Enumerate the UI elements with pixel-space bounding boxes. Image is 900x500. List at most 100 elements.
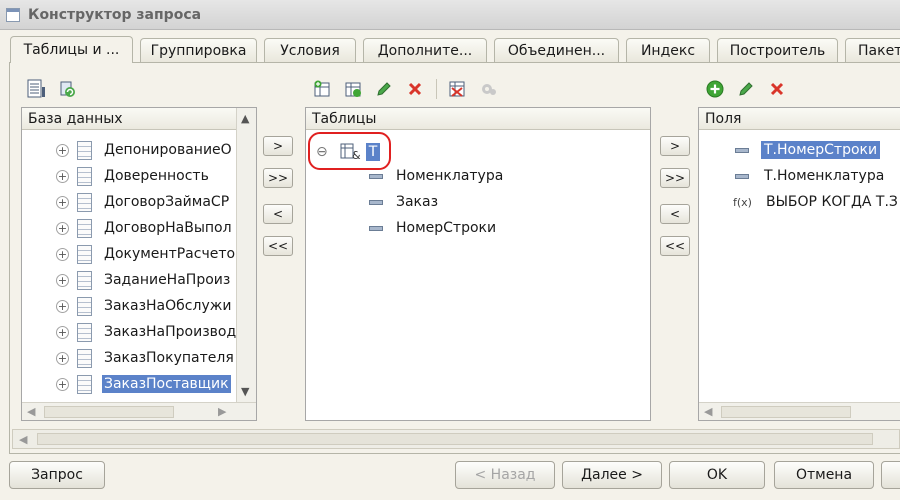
expand-icon[interactable]: + — [56, 377, 69, 391]
formula-icon: f(x) — [733, 195, 752, 209]
remove-all-fields-button[interactable]: << — [660, 236, 690, 256]
table-field-row[interactable]: Заказ — [369, 190, 438, 214]
delete-field-icon[interactable] — [765, 78, 789, 100]
toolbar-separator — [436, 79, 437, 99]
remove-all-tables-button[interactable]: << — [263, 236, 293, 256]
table-field-label: Заказ — [396, 194, 439, 210]
table-field-row[interactable]: Номенклатура — [369, 164, 503, 188]
document-icon — [77, 166, 92, 186]
help-button[interactable] — [881, 461, 900, 489]
tree-item[interactable]: + ДепонированиеО — [22, 137, 236, 163]
hscroll-thumb[interactable] — [37, 433, 873, 445]
field-icon — [735, 147, 749, 153]
window-titlebar: Конструктор запроса — [0, 0, 900, 30]
add-field-icon[interactable] — [703, 78, 727, 100]
tree-item[interactable]: + ЗаказНаОбслужи — [22, 293, 236, 319]
expand-icon[interactable]: + — [56, 169, 69, 183]
tree-item[interactable]: + ДоговорНаВыпол — [22, 215, 236, 241]
scroll-left-icon[interactable]: ◀ — [27, 405, 35, 418]
expand-icon[interactable]: + — [56, 351, 69, 365]
content-hscrollbar[interactable]: ◀ — [12, 429, 900, 449]
edit-field-icon[interactable] — [734, 78, 758, 100]
add-all-tables-button[interactable]: >> — [263, 168, 293, 188]
field-list-label: Т.Номенклатура — [764, 168, 885, 184]
add-field-button[interactable]: > — [660, 136, 690, 156]
query-table-icon[interactable] — [445, 78, 469, 100]
cancel-button[interactable]: Отмена — [774, 461, 874, 489]
hscroll-thumb[interactable] — [44, 406, 174, 418]
field-icon — [369, 173, 383, 179]
remove-table-button[interactable]: < — [263, 204, 293, 224]
refresh-icon[interactable] — [55, 78, 79, 100]
field-list-item[interactable]: f(x) ВЫБОР КОГДА Т.З — [733, 190, 900, 214]
fields-hscrollbar[interactable]: ◀ — [699, 402, 900, 420]
field-list-item-selected[interactable]: Т.НомерСтроки — [735, 138, 881, 162]
expand-icon[interactable]: + — [56, 247, 69, 261]
expand-icon[interactable]: + — [56, 325, 69, 339]
tree-item[interactable]: + ДоговорЗаймаСР — [22, 189, 236, 215]
scroll-left-icon[interactable]: ◀ — [704, 405, 712, 418]
expand-icon[interactable]: + — [56, 299, 69, 313]
tree-item-label: ДокументРасчето — [104, 246, 236, 262]
database-tree: + ДепонированиеО + Доверенность + ДоговорЗа… — [22, 132, 236, 404]
tab-builder[interactable]: Построитель — [717, 38, 838, 62]
document-icon — [77, 374, 92, 394]
field-icon — [735, 173, 749, 179]
tab-batch[interactable]: Пакет — [845, 38, 900, 62]
field-list-label: Т.НомерСтроки — [761, 141, 881, 159]
scroll-down-icon[interactable]: ▼ — [241, 385, 249, 398]
expand-icon[interactable]: + — [56, 143, 69, 157]
tables-panel: Таблицы ⊖ & Т Номенклатура Заказ НомерСт… — [305, 107, 651, 421]
add-table-button[interactable]: > — [263, 136, 293, 156]
database-vscrollbar[interactable]: ▲ ▼ — [236, 108, 256, 402]
document-icon — [77, 322, 92, 342]
tree-item[interactable]: + ЗаданиеНаПроиз — [22, 267, 236, 293]
document-icon — [77, 140, 92, 160]
tab-conditions[interactable]: Условия — [264, 38, 356, 62]
window-title: Конструктор запроса — [28, 6, 202, 23]
copy-table-icon[interactable] — [341, 78, 365, 100]
table-field-row[interactable]: НомерСтроки — [369, 216, 496, 240]
database-panel: База данных + ДепонированиеО + Доверенност… — [21, 107, 257, 421]
add-table-icon[interactable] — [310, 78, 334, 100]
tab-additional[interactable]: Дополните... — [363, 38, 487, 62]
field-list-label: ВЫБОР КОГДА Т.З — [765, 194, 898, 210]
field-icon — [369, 199, 383, 205]
scroll-right-icon[interactable]: ▶ — [218, 405, 226, 418]
document-icon — [77, 296, 92, 316]
tree-item-label: Доверенность — [104, 168, 209, 184]
database-toolbar — [24, 78, 86, 100]
tree-item-selected[interactable]: + ЗаказПоставщик — [22, 371, 236, 397]
scroll-up-icon[interactable]: ▲ — [241, 112, 249, 125]
tab-tables[interactable]: Таблицы и ... — [10, 36, 133, 63]
remove-field-button[interactable]: < — [660, 204, 690, 224]
expand-icon[interactable]: + — [56, 221, 69, 235]
tab-grouping[interactable]: Группировка — [140, 38, 257, 62]
document-icon — [77, 244, 92, 264]
hscroll-thumb[interactable] — [721, 406, 851, 418]
gear-icon — [476, 78, 500, 100]
scroll-left-icon[interactable]: ◀ — [19, 433, 27, 446]
tree-item[interactable]: + ДокументРасчето — [22, 241, 236, 267]
back-button[interactable]: < Назад — [455, 461, 555, 489]
add-all-fields-button[interactable]: >> — [660, 168, 690, 188]
expand-icon[interactable]: + — [56, 273, 69, 287]
table-field-label: НомерСтроки — [396, 220, 497, 236]
delete-icon[interactable] — [403, 78, 427, 100]
table-list-icon[interactable] — [24, 78, 48, 100]
next-button[interactable]: Далее > — [562, 461, 662, 489]
tables-toolbar — [310, 78, 507, 100]
database-hscrollbar[interactable]: ◀ ▶ — [22, 402, 256, 420]
tree-item[interactable]: + ЗаказПокупателя — [22, 345, 236, 371]
tree-item[interactable]: + Доверенность — [22, 163, 236, 189]
field-list-item[interactable]: Т.Номенклатура — [735, 164, 887, 188]
expand-icon[interactable]: + — [56, 195, 69, 209]
tree-item[interactable]: + ЗаказНаПроизвод — [22, 319, 236, 345]
tab-index[interactable]: Индекс — [626, 38, 710, 62]
ok-button[interactable]: OK — [669, 461, 765, 489]
tree-item-label: ДоговорЗаймаСР — [104, 194, 230, 210]
tree-item-label: ДепонированиеО — [104, 142, 232, 158]
tab-union[interactable]: Объединен... — [494, 38, 619, 62]
edit-icon[interactable] — [372, 78, 396, 100]
query-button[interactable]: Запрос — [9, 461, 105, 489]
